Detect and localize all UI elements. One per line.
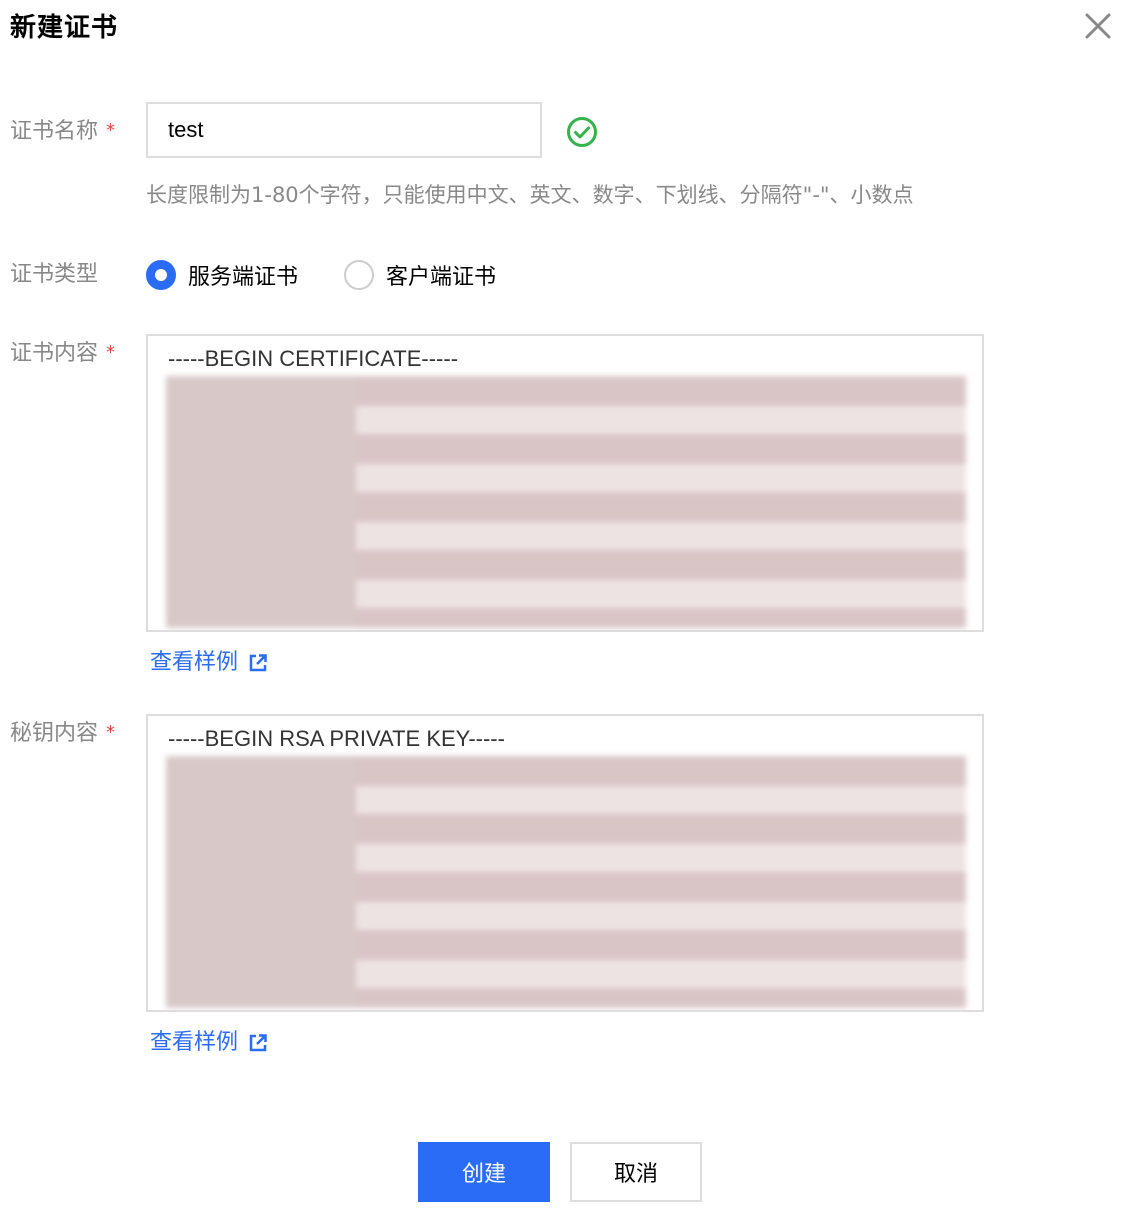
cert-view-sample-text: 查看样例 bbox=[150, 650, 239, 675]
external-link-icon bbox=[249, 654, 267, 672]
radio-client-cert[interactable]: 客户端证书 bbox=[344, 258, 496, 292]
cert-name-hint: 长度限制为1-80个字符，只能使用中文、英文、数字、下划线、分隔符"-"、小数点 bbox=[146, 183, 914, 207]
radio-client-cert-label: 客户端证书 bbox=[386, 265, 497, 290]
radio-unselected-indicator bbox=[344, 260, 374, 290]
key-view-sample-link[interactable]: 查看样例 bbox=[150, 1028, 268, 1058]
key-content-label: 秘钥内容 * bbox=[10, 718, 115, 749]
cert-content-textarea[interactable]: -----BEGIN CERTIFICATE----- bbox=[146, 334, 984, 632]
redacted-key-content bbox=[166, 756, 966, 1008]
dialog-title: 新建证书 bbox=[10, 13, 119, 43]
cert-name-input[interactable] bbox=[146, 102, 542, 158]
cert-content-label: 证书内容 * bbox=[10, 338, 115, 369]
required-mark: * bbox=[106, 120, 116, 141]
radio-server-cert[interactable]: 服务端证书 bbox=[146, 258, 298, 292]
cert-name-label-text: 证书名称 bbox=[10, 119, 99, 144]
key-content-textarea[interactable]: -----BEGIN RSA PRIVATE KEY----- bbox=[146, 714, 984, 1012]
cert-content-first-line: -----BEGIN CERTIFICATE----- bbox=[168, 346, 459, 371]
cancel-button[interactable]: 取消 bbox=[570, 1142, 702, 1202]
radio-selected-indicator bbox=[146, 260, 176, 290]
key-view-sample-text: 查看样例 bbox=[150, 1030, 239, 1055]
redacted-cert-content bbox=[166, 376, 966, 628]
create-button[interactable]: 创建 bbox=[418, 1142, 550, 1202]
external-link-icon bbox=[249, 1034, 267, 1052]
radio-server-cert-label: 服务端证书 bbox=[188, 265, 299, 290]
cert-name-label: 证书名称 * bbox=[10, 116, 115, 147]
close-icon[interactable] bbox=[1084, 12, 1112, 40]
key-content-first-line: -----BEGIN RSA PRIVATE KEY----- bbox=[168, 726, 505, 751]
required-mark: * bbox=[106, 722, 116, 743]
key-content-label-text: 秘钥内容 bbox=[10, 721, 99, 746]
cert-type-label: 证书类型 bbox=[10, 262, 99, 287]
check-circle-icon bbox=[567, 117, 597, 147]
cert-view-sample-link[interactable]: 查看样例 bbox=[150, 648, 268, 678]
cert-content-label-text: 证书内容 bbox=[10, 341, 99, 366]
required-mark: * bbox=[106, 342, 116, 363]
